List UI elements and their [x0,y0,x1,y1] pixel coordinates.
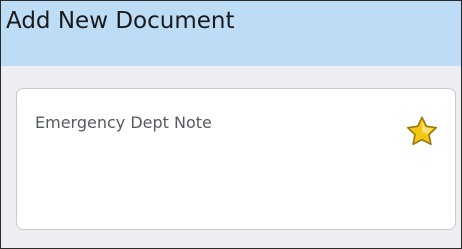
panel-header: Add New Document [1,1,461,66]
document-type-label: Emergency Dept Note [35,113,212,132]
star-icon[interactable] [404,114,440,150]
document-type-card[interactable]: Emergency Dept Note [16,88,456,230]
page-title: Add New Document [6,8,235,34]
star-icon-graphic [406,116,438,146]
add-document-panel: Add New Document Emergency Dept Note [0,0,462,249]
